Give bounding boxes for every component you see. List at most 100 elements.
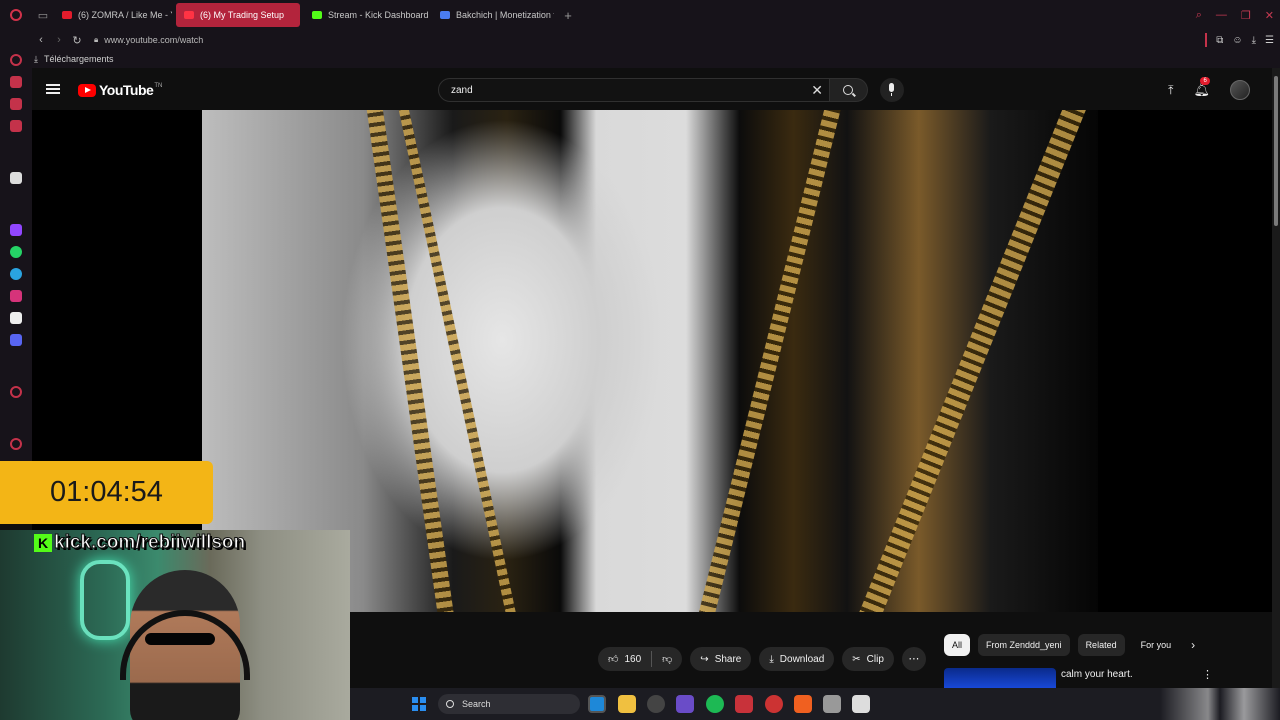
tab-kick-dashboard[interactable]: Stream - Kick Dashboard xyxy=(304,3,428,27)
avatar[interactable] xyxy=(1230,80,1250,100)
file-explorer-icon[interactable] xyxy=(618,695,636,713)
video-content xyxy=(363,110,457,612)
close-window-icon[interactable]: ✕ xyxy=(1265,9,1274,22)
youtube-favicon-icon xyxy=(62,11,72,19)
download-button[interactable]: ⤓ Download xyxy=(759,647,835,671)
tab-manager-icon[interactable]: ▭ xyxy=(32,0,54,30)
youtube-play-icon xyxy=(78,83,96,97)
messenger-icon[interactable] xyxy=(10,98,22,110)
search-button[interactable] xyxy=(830,78,868,102)
notifications-bell-icon[interactable]: 🔔︎ 6 xyxy=(1193,77,1210,98)
screen: ▭ (6) ZOMRA / Like Me - Yo (6) My Tradin… xyxy=(0,0,1280,720)
reload-icon[interactable]: ↻ xyxy=(68,34,86,47)
divider xyxy=(1205,33,1208,47)
teams-app-icon[interactable] xyxy=(676,695,694,713)
youtube-header: YouTube TN zand ✕ ⤒ 🔔︎ 6 xyxy=(32,68,1280,110)
opera-aria-icon[interactable] xyxy=(10,54,22,66)
taskbar-search[interactable]: Search xyxy=(438,694,580,714)
download-icon: ⤓ xyxy=(34,53,38,64)
twitch-icon[interactable] xyxy=(10,224,22,236)
tab-zomra[interactable]: (6) ZOMRA / Like Me - Yo xyxy=(54,3,172,27)
edge-app-icon[interactable] xyxy=(588,695,606,713)
brave-app-icon[interactable] xyxy=(794,695,812,713)
address-bar-tools: ⧉ ☺ ⤓ ☰ xyxy=(1205,30,1274,50)
profile-icon[interactable]: ☺ xyxy=(1232,35,1242,46)
webcam-overlay: Kkick.com/rebiiwillson xyxy=(0,530,350,720)
history-icon[interactable] xyxy=(10,438,22,450)
chip-for-you[interactable]: For you xyxy=(1133,634,1180,656)
telegram-icon[interactable] xyxy=(10,268,22,280)
clear-search-icon[interactable]: ✕ xyxy=(811,82,823,99)
search-icon xyxy=(843,85,853,95)
clip-button[interactable]: ✂ Clip xyxy=(842,647,894,671)
tab-my-trading-setup[interactable]: (6) My Trading Setup xyxy=(176,3,300,27)
tab-bakchich[interactable]: Bakchich | Monetization f xyxy=(432,3,554,27)
bakchich-favicon-icon xyxy=(440,11,450,19)
aria-icon[interactable] xyxy=(10,172,22,184)
forward-icon[interactable]: › xyxy=(50,34,68,46)
new-tab-button[interactable]: + xyxy=(558,8,578,23)
dislike-button[interactable]: 👎︎ xyxy=(652,647,682,671)
window-controls: ⌕ — ❐ ✕ xyxy=(1196,0,1274,30)
easy-setup-icon[interactable]: ☰ xyxy=(1265,35,1274,46)
video-content xyxy=(694,110,846,612)
share-button[interactable]: ↪ Share xyxy=(690,647,752,671)
search-tabs-icon[interactable]: ⌕ xyxy=(1196,9,1202,22)
windows-start-icon[interactable] xyxy=(412,697,426,711)
whatsapp-icon[interactable] xyxy=(10,246,22,258)
chip-all[interactable]: All xyxy=(944,634,971,656)
back-icon[interactable]: ‹ xyxy=(32,34,50,46)
shopping-icon[interactable] xyxy=(10,76,22,88)
news-icon[interactable] xyxy=(10,120,22,132)
video-actions: 👍︎ 160 👎︎ ↪ Share ⤓ Download ✂ Clip ⋯ xyxy=(598,647,926,671)
page-scrollbar[interactable] xyxy=(1272,68,1280,688)
opera-app-icon[interactable] xyxy=(765,695,783,713)
browser-tab-strip: ▭ (6) ZOMRA / Like Me - Yo (6) My Tradin… xyxy=(0,0,1280,30)
minimize-icon[interactable]: — xyxy=(1216,9,1227,21)
recommendation-menu-icon[interactable]: ⋮ xyxy=(1202,668,1213,681)
taskbar-overlay-graphic xyxy=(1160,688,1280,720)
app-icon[interactable] xyxy=(823,695,841,713)
related-filter-chips: All From Zenddd_yeni Related For you › xyxy=(944,634,1195,656)
chevron-right-icon[interactable]: › xyxy=(1191,638,1195,652)
like-button[interactable]: 👍︎ 160 xyxy=(598,647,651,671)
chip-from-channel[interactable]: From Zenddd_yeni xyxy=(978,634,1070,656)
player-icon[interactable] xyxy=(10,386,22,398)
stream-timer: 01:04:54 xyxy=(0,461,213,524)
notification-badge: 6 xyxy=(1200,77,1210,85)
opera-menu-icon[interactable] xyxy=(0,0,32,30)
menu-icon[interactable] xyxy=(46,84,60,94)
share-icon: ↪ xyxy=(700,653,709,665)
microphone-icon xyxy=(889,83,894,96)
like-dislike-group: 👍︎ 160 👎︎ xyxy=(598,647,683,671)
search-input[interactable]: zand ✕ xyxy=(438,78,830,102)
download-icon: ⤓ xyxy=(769,653,774,665)
recommendation-title[interactable]: calm your heart. xyxy=(1061,669,1133,680)
extensions-icon[interactable]: ⧉ xyxy=(1216,35,1223,46)
davinci-app-icon[interactable] xyxy=(852,695,870,713)
scrollbar-thumb[interactable] xyxy=(1274,76,1278,226)
recommendation-thumbnail[interactable] xyxy=(944,668,1056,688)
download-icon[interactable]: ⤓ xyxy=(1252,35,1256,46)
video-content xyxy=(857,110,1089,612)
thumbs-up-icon: 👍︎ xyxy=(608,654,619,665)
neon-sign xyxy=(80,560,130,640)
youtube-logo[interactable]: YouTube TN xyxy=(78,82,162,98)
spotify-app-icon[interactable] xyxy=(706,695,724,713)
voice-search-button[interactable] xyxy=(880,78,904,102)
obs-app-icon[interactable] xyxy=(647,695,665,713)
voicemeeter-app-icon[interactable] xyxy=(735,695,753,713)
upload-icon[interactable]: ⤒ xyxy=(1168,83,1173,98)
url-field[interactable]: 🔒︎ www.youtube.com/watch xyxy=(94,35,203,45)
chip-related[interactable]: Related xyxy=(1077,634,1125,656)
downloads-bar[interactable]: ⤓ Téléchargements xyxy=(0,50,1280,68)
maximize-icon[interactable]: ❐ xyxy=(1241,9,1251,22)
discord-icon[interactable] xyxy=(10,334,22,346)
kick-logo-icon: K xyxy=(34,534,52,552)
lock-icon: 🔒︎ xyxy=(94,35,99,44)
tiktok-icon[interactable] xyxy=(10,312,22,324)
instagram-icon[interactable] xyxy=(10,290,22,302)
sunglasses xyxy=(145,633,215,645)
address-bar: ‹ › ↻ 🔒︎ www.youtube.com/watch ⧉ ☺ ⤓ ☰ xyxy=(0,30,1280,50)
more-actions-icon[interactable]: ⋯ xyxy=(901,647,926,671)
